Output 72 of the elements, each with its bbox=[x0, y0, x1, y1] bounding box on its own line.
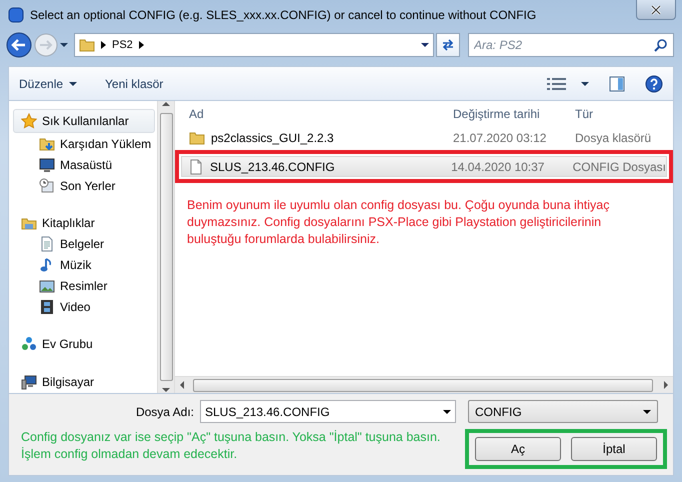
sidebar-item[interactable]: Kitaplıklar bbox=[9, 212, 157, 234]
view-button[interactable] bbox=[547, 76, 589, 90]
file-name: ps2classics_GUI_2.2.3 bbox=[211, 130, 334, 146]
refresh-button[interactable] bbox=[436, 33, 460, 57]
sidebar-item[interactable]: Ev Grubu bbox=[9, 333, 157, 356]
history-dropdown[interactable] bbox=[60, 42, 68, 48]
scrollbar-thumb[interactable] bbox=[193, 378, 653, 392]
column-header[interactable]: Tür bbox=[569, 105, 673, 123]
caret-icon bbox=[421, 42, 429, 48]
toolbar-button[interactable]: Yeni klasör bbox=[105, 74, 164, 92]
file-type-dropdown[interactable]: CONFIG bbox=[468, 400, 658, 423]
chevron-icon bbox=[138, 41, 144, 49]
file-type: CONFIG Dosyası bbox=[572, 158, 666, 176]
refresh-icon bbox=[441, 38, 455, 52]
folder-icon bbox=[189, 130, 205, 146]
file-date: 21.07.2020 03:12 bbox=[452, 130, 548, 146]
document-icon bbox=[39, 236, 55, 252]
folder-download-icon bbox=[39, 136, 55, 152]
recent-places-icon bbox=[39, 178, 55, 194]
caret-icon bbox=[643, 408, 651, 414]
file-type: Dosya klasörü bbox=[574, 130, 652, 146]
close-button[interactable] bbox=[636, 0, 676, 20]
scroll-left-icon bbox=[179, 381, 185, 389]
sidebar-item[interactable]: Masaüstü bbox=[9, 154, 157, 175]
address-bar[interactable]: PS2 bbox=[74, 33, 434, 57]
file-name: SLUS_213.46.CONFIG bbox=[210, 158, 335, 176]
preview-pane-icon bbox=[609, 76, 625, 92]
close-icon bbox=[650, 4, 662, 14]
toolbar-button[interactable]: Düzenle bbox=[19, 74, 78, 92]
caret-icon bbox=[581, 80, 589, 86]
caret-icon bbox=[69, 80, 78, 86]
list-view-icon bbox=[547, 76, 567, 90]
breadcrumb[interactable]: PS2 bbox=[112, 36, 133, 54]
file-icon bbox=[188, 158, 204, 174]
pictures-icon bbox=[39, 278, 55, 294]
help-icon bbox=[645, 74, 663, 92]
computer-icon bbox=[21, 374, 37, 390]
annotation-text: Config dosyanız var ise seçip "Aç" tuşuna basın. Yoksa "İptal" tuşuna basın. İşlem config olmadan devam edecektir. bbox=[20, 429, 442, 463]
sidebar-item[interactable]: Belgeler bbox=[9, 234, 157, 255]
scroll-right-icon bbox=[663, 381, 669, 389]
back-button[interactable] bbox=[6, 32, 32, 58]
film-icon bbox=[39, 299, 55, 316]
annotation-text: Benim oyunum ile uyumlu olan config dosyası bu. Çoğu oyunda buna ihtiyaç duymazsınız. Config dosyalarını PSX-Place gibi Playstation geliştiricilerinin buluştuğu forumlarda bulabilirsiniz. bbox=[187, 197, 610, 248]
desktop-icon bbox=[39, 156, 55, 172]
filename-field[interactable]: SLUS_213.46.CONFIG bbox=[200, 400, 456, 423]
column-header[interactable]: Değiştirme tarihi bbox=[447, 105, 569, 123]
caret-icon bbox=[443, 408, 451, 414]
folder-icon bbox=[79, 37, 95, 53]
file-row[interactable]: ps2classics_GUI_2.2.3 21.07.2020 03:12 Dosya klasörü bbox=[183, 127, 669, 148]
scrollbar-thumb[interactable] bbox=[160, 113, 172, 381]
caret-icon bbox=[60, 42, 68, 48]
sidebar-item[interactable]: Video bbox=[9, 296, 157, 318]
file-row[interactable]: SLUS_213.46.CONFIG 14.04.2020 10:37 CONFIG Dosyası bbox=[181, 156, 667, 177]
window-title: Select an optional CONFIG (e.g. SLES_xxx.xx.CONFIG) or cancel to continue without CONFIG bbox=[30, 7, 536, 24]
chevron-icon bbox=[101, 41, 106, 49]
dialog-button[interactable]: Aç bbox=[475, 437, 561, 461]
star-icon bbox=[21, 113, 37, 129]
field-label: Dosya Adı: bbox=[134, 404, 194, 420]
app-icon bbox=[8, 7, 24, 23]
help-button[interactable] bbox=[645, 74, 663, 92]
sidebar-item[interactable]: Bilgisayar bbox=[9, 371, 157, 393]
column-header[interactable]: Ad bbox=[175, 105, 447, 123]
dialog-button[interactable]: İptal bbox=[571, 437, 657, 461]
homegroup-icon bbox=[21, 336, 37, 352]
sidebar-item[interactable]: Resimler bbox=[9, 276, 157, 297]
search-icon bbox=[654, 38, 668, 52]
sidebar-item[interactable]: Müzik bbox=[9, 254, 157, 276]
sidebar-item[interactable]: Sık Kullanılanlar bbox=[13, 109, 155, 133]
preview-pane-button[interactable] bbox=[609, 76, 625, 92]
sidebar-item[interactable]: Karşıdan Yüklem bbox=[9, 133, 157, 154]
file-date: 14.04.2020 10:37 bbox=[450, 158, 546, 176]
sidebar-item[interactable]: Son Yerler bbox=[9, 175, 157, 196]
